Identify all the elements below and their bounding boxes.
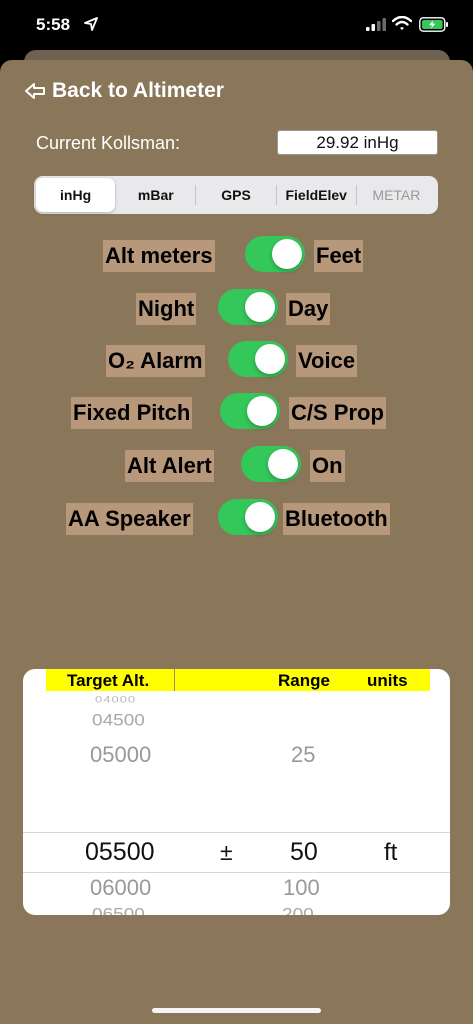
toggle-row-aa-speaker: AA Speaker Bluetooth [0, 499, 473, 539]
night-day-switch[interactable] [218, 289, 278, 325]
switch-knob [255, 344, 285, 374]
selected-unit[interactable]: ft [384, 839, 397, 867]
selection-top-line [23, 832, 450, 833]
plus-minus-sign: ± [220, 839, 233, 865]
switch-knob [245, 502, 275, 532]
altitude-option[interactable]: 04500 [92, 712, 145, 731]
selected-altitude[interactable]: 05500 [85, 838, 155, 867]
header-separator [174, 669, 175, 691]
alt-units-switch[interactable] [245, 236, 305, 272]
battery-charging-icon [419, 17, 448, 32]
kollsman-field[interactable]: 29.92 inHg [277, 130, 438, 155]
segment-metar[interactable]: METAR [357, 178, 436, 212]
range-option[interactable]: 100 [283, 875, 320, 901]
toggle-right-label: On [310, 450, 345, 482]
back-to-altimeter-button[interactable]: Back to Altimeter [24, 79, 224, 103]
segment-inhg[interactable]: inHg [36, 178, 116, 212]
switch-knob [272, 239, 302, 269]
segment-gps[interactable]: GPS [196, 178, 275, 212]
switch-knob [245, 292, 275, 322]
altitude-option[interactable]: 06500 [92, 906, 145, 915]
toggle-row-prop: Fixed Pitch C/S Prop [0, 393, 473, 433]
status-bar: 5:58 [0, 0, 473, 50]
segment-fieldelev[interactable]: FieldElev [277, 178, 356, 212]
prop-type-switch[interactable] [220, 393, 280, 429]
toggle-left-label: O₂ Alarm [106, 345, 205, 377]
toggle-left-label: AA Speaker [66, 503, 193, 535]
toggle-row-alt-alert: Alt Alert On [0, 446, 473, 486]
back-arrow-icon [25, 83, 45, 99]
toggle-left-label: Alt meters [103, 240, 215, 272]
range-option[interactable]: 25 [291, 742, 315, 768]
toggle-right-label: Day [286, 293, 331, 325]
status-time: 5:58 [36, 15, 71, 34]
toggle-left-label: Alt Alert [125, 450, 214, 482]
toggle-right-label: Bluetooth [283, 503, 390, 535]
pressure-source-segmented-control: inHg mBar GPS FieldElev METAR [34, 176, 438, 214]
segment-mbar[interactable]: mBar [116, 178, 195, 212]
location-arrow-icon [84, 17, 98, 31]
kollsman-label: Current Kollsman: [36, 133, 181, 153]
range-option[interactable]: 200 [282, 906, 314, 915]
toggle-left-label: Night [136, 293, 197, 325]
picker-header: Target Alt. Range units [46, 669, 430, 691]
selected-range[interactable]: 50 [290, 838, 318, 867]
toggle-row-o2-alarm: O₂ Alarm Voice [0, 341, 473, 381]
header-units: units [367, 671, 408, 690]
toggle-right-label: Feet [314, 240, 364, 272]
switch-knob [268, 449, 298, 479]
altitude-option[interactable]: 04000 [95, 694, 136, 705]
header-target-alt: Target Alt. [67, 671, 150, 690]
home-indicator [152, 1008, 321, 1013]
toggle-row-night-day: Night Day [0, 289, 473, 329]
selection-bottom-line [23, 872, 450, 873]
wifi-icon [392, 16, 412, 30]
alt-alert-switch[interactable] [241, 446, 301, 482]
altitude-option[interactable]: 05000 [90, 742, 151, 768]
header-range: Range [278, 671, 330, 690]
toggle-right-label: C/S Prop [289, 397, 386, 429]
toggle-right-label: Voice [296, 345, 358, 377]
switch-knob [247, 396, 277, 426]
back-label: Back to Altimeter [52, 79, 224, 102]
signal-icon [366, 18, 386, 31]
o2-alarm-switch[interactable] [228, 341, 288, 377]
aa-speaker-switch[interactable] [218, 499, 278, 535]
target-altitude-picker[interactable]: Target Alt. Range units 04000 04500 0500… [23, 669, 450, 915]
toggle-row-alt-units: Alt meters Feet [0, 236, 473, 276]
altitude-option[interactable]: 06000 [90, 875, 151, 901]
toggle-left-label: Fixed Pitch [71, 397, 193, 429]
